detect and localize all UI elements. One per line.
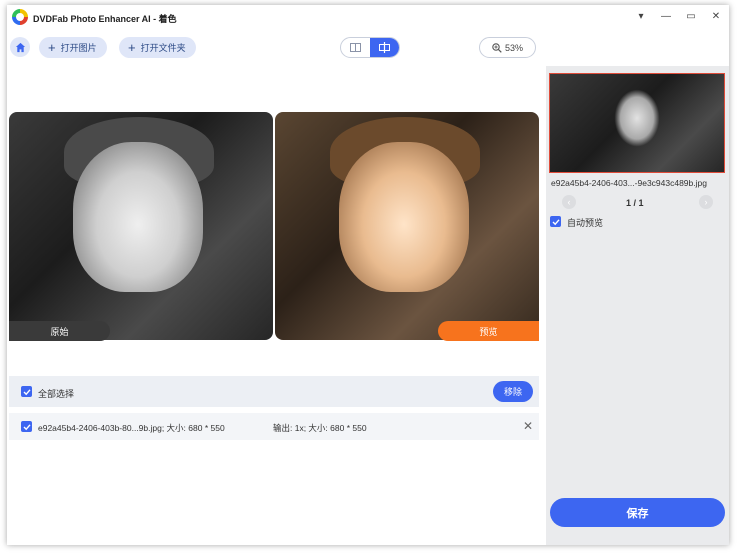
check-icon (23, 388, 31, 395)
save-button[interactable]: 保存 (550, 498, 725, 527)
next-page-icon[interactable]: › (699, 195, 713, 209)
file-output-info: 输出: 1x; 大小: 680 * 550 (273, 423, 367, 433)
maximize-icon[interactable]: ▭ (684, 10, 698, 24)
preview-image (275, 112, 539, 340)
check-icon (23, 423, 31, 430)
zoom-level: 53% (504, 42, 523, 53)
app-window: DVDFab Photo Enhancer AI - 着色 ▾ — ▭ ✕ + … (7, 5, 729, 545)
split-view-icon (379, 42, 390, 53)
close-icon[interactable]: ✕ (709, 10, 723, 24)
file-name: e92a45b4-2406-403b-80...9b.jpg; 大小: 680 … (38, 423, 225, 433)
image-face-shape (73, 142, 203, 292)
app-logo-icon (12, 9, 28, 25)
split-view-button[interactable] (370, 38, 399, 57)
check-icon (552, 218, 560, 225)
preview-tag: 预览 (438, 321, 539, 341)
open-folder-label: 打开文件夹 (140, 43, 186, 53)
minimize-icon[interactable]: — (659, 10, 673, 24)
auto-preview-label: 自动预览 (567, 218, 604, 228)
remove-row-icon[interactable]: ✕ (522, 420, 534, 432)
original-tag: 原始 (9, 321, 110, 341)
single-view-button[interactable] (341, 38, 370, 57)
auto-preview-checkbox[interactable] (550, 216, 561, 227)
select-all-checkbox[interactable] (21, 386, 32, 397)
plus-icon: + (128, 40, 136, 55)
menu-dropdown-icon[interactable]: ▾ (634, 10, 648, 24)
home-button[interactable] (10, 37, 30, 57)
open-image-button[interactable]: + 打开图片 (39, 37, 107, 58)
original-image (9, 112, 273, 340)
row-checkbox[interactable] (21, 421, 32, 432)
view-mode-toggle (340, 37, 400, 58)
select-all-bar: 全部选择 移除 (9, 376, 539, 407)
image-face-shape (339, 142, 469, 292)
page-indicator: 1 / 1 (626, 198, 644, 208)
right-panel: e92a45b4-2406-403...-9e3c943c489b.jpg ‹ … (546, 66, 729, 545)
open-image-label: 打开图片 (60, 43, 97, 53)
single-view-icon (350, 43, 361, 52)
thumbnail-name: e92a45b4-2406-403...-9e3c943c489b.jpg (551, 178, 707, 188)
open-folder-button[interactable]: + 打开文件夹 (119, 37, 196, 58)
window-title: DVDFab Photo Enhancer AI - 着色 (33, 14, 177, 24)
thumbnail-image[interactable] (549, 73, 725, 173)
table-row[interactable]: e92a45b4-2406-403b-80...9b.jpg; 大小: 680 … (9, 413, 539, 440)
plus-icon: + (48, 40, 56, 55)
zoom-icon (492, 42, 502, 53)
select-all-label: 全部选择 (38, 389, 75, 399)
prev-page-icon[interactable]: ‹ (562, 195, 576, 209)
home-icon (15, 42, 25, 52)
remove-button[interactable]: 移除 (493, 381, 533, 402)
title-bar: DVDFab Photo Enhancer AI - 着色 ▾ — ▭ ✕ (7, 5, 729, 31)
zoom-control[interactable]: 53% (479, 37, 536, 58)
